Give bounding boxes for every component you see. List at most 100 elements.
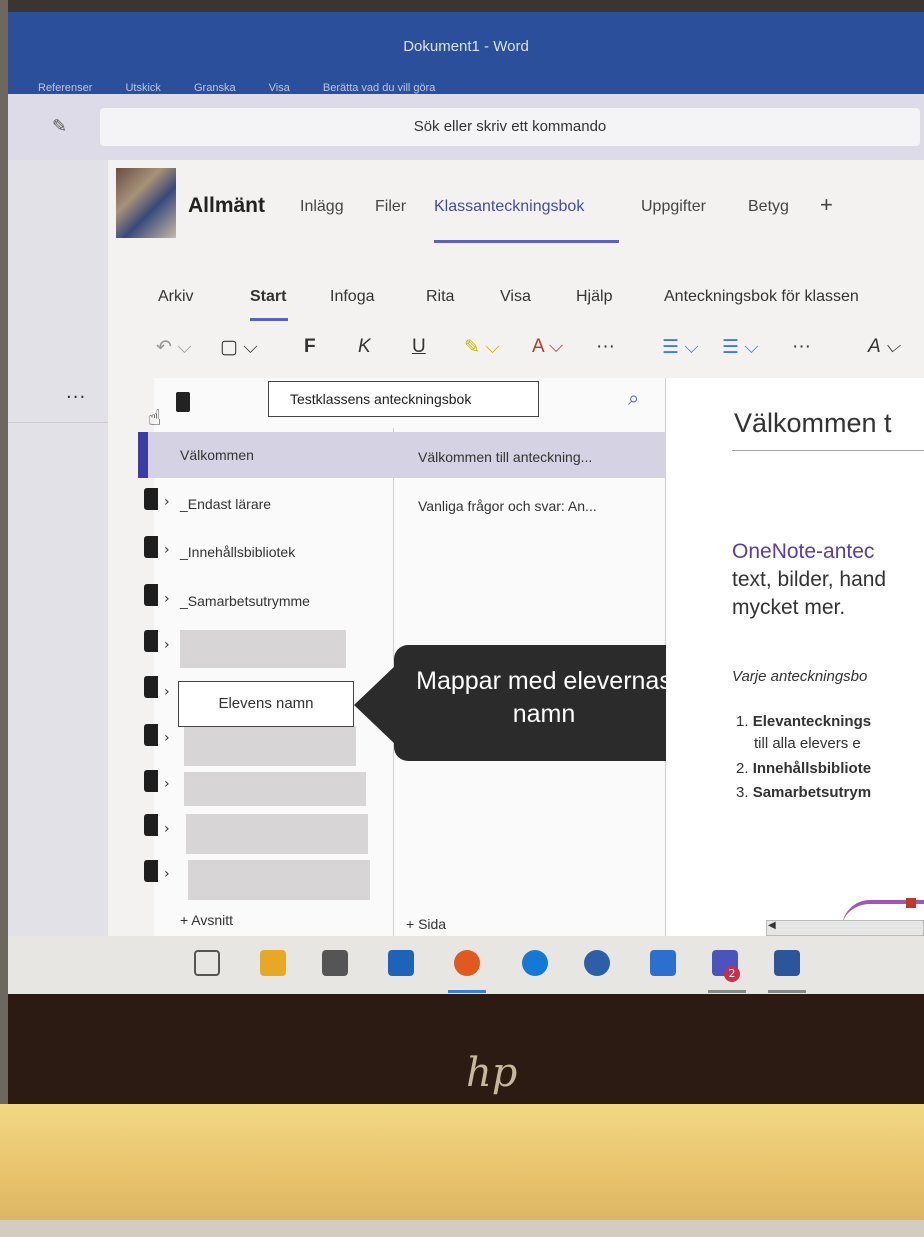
- word-tab-references[interactable]: Referenser: [38, 82, 92, 94]
- chevron-right-icon[interactable]: ›: [164, 637, 170, 653]
- section-tab-ring: [144, 770, 158, 792]
- notebook-title-label: Testklassens anteckningsbok: [268, 381, 539, 417]
- scroll-left-arrow-icon[interactable]: ◀: [768, 920, 776, 931]
- redacted-student-section[interactable]: [180, 630, 346, 668]
- undo-icon[interactable]: ↶ ⌵: [156, 336, 192, 359]
- word-title-bar: Dokument1 - Word Referenser Utskick Gran…: [8, 12, 924, 94]
- title-underline: [732, 450, 924, 451]
- word-tab-review[interactable]: Granska: [194, 82, 236, 94]
- page-label: Välkommen till anteckning...: [418, 449, 593, 465]
- section-item-innehallsbibliotek[interactable]: _Innehållsbibliotek: [180, 544, 295, 560]
- store-icon[interactable]: [322, 950, 348, 976]
- calculator-icon[interactable]: [584, 950, 610, 976]
- laptop-base: [0, 1104, 924, 1237]
- laptop-bezel-top: [0, 0, 924, 12]
- page-title: Välkommen t: [734, 408, 892, 438]
- team-avatar[interactable]: [116, 168, 176, 238]
- redacted-student-section[interactable]: [188, 860, 370, 900]
- list-number: 2.: [736, 760, 749, 777]
- add-section-button[interactable]: + Avsnitt: [180, 912, 233, 928]
- menu-infoga[interactable]: Infoga: [330, 288, 374, 306]
- italic-button[interactable]: K: [358, 336, 371, 358]
- tab-klassanteckningsbok[interactable]: Klassanteckningsbok: [434, 198, 584, 216]
- menu-start[interactable]: Start: [250, 288, 286, 306]
- tab-betyg[interactable]: Betyg: [748, 198, 789, 216]
- chevron-right-icon[interactable]: ›: [164, 821, 170, 837]
- list-item: 2. Innehållsbibliote: [736, 760, 871, 777]
- menu-anteckningsbok-for-klassen[interactable]: Anteckningsbok för klassen: [664, 288, 859, 306]
- running-app-indicator: [708, 990, 746, 993]
- word-tell-me[interactable]: Berätta vad du vill göra: [323, 82, 436, 94]
- section-tab-ring: [144, 860, 158, 882]
- command-search-input[interactable]: Sök eller skriv ett kommando: [100, 108, 920, 146]
- search-icon[interactable]: ⌕: [628, 386, 639, 410]
- callout-arrow: [354, 665, 396, 745]
- hand-cursor-icon: ☝: [148, 406, 162, 431]
- firefox-icon[interactable]: [454, 950, 480, 976]
- redacted-student-section[interactable]: [186, 814, 368, 854]
- chevron-right-icon[interactable]: ›: [164, 684, 170, 700]
- running-app-indicator: [448, 990, 486, 993]
- menu-rita[interactable]: Rita: [426, 288, 454, 306]
- notebook-icon[interactable]: [176, 392, 190, 412]
- list-bold-text: Samarbetsutrym: [752, 784, 872, 801]
- running-app-indicator: [768, 990, 806, 993]
- tab-uppgifter[interactable]: Uppgifter: [641, 198, 706, 216]
- chevron-right-icon[interactable]: ›: [164, 730, 170, 746]
- window-title: Dokument1 - Word: [403, 38, 529, 55]
- lead-line-2: text, bilder, hand: [732, 568, 887, 591]
- rail-divider: [8, 422, 108, 423]
- more-paragraph-icon[interactable]: ···: [792, 336, 811, 358]
- styles-icon[interactable]: A ⌵: [868, 336, 900, 358]
- lead-line-3: mycket mer.: [732, 596, 846, 619]
- menu-visa[interactable]: Visa: [500, 288, 531, 306]
- word-tab-mailings[interactable]: Utskick: [125, 82, 160, 94]
- bold-button[interactable]: F: [304, 336, 316, 358]
- teams-notification-badge: 2: [724, 966, 740, 982]
- add-page-button[interactable]: + Sida: [406, 916, 446, 932]
- page-item-faq[interactable]: Vanliga frågor och svar: An...: [418, 498, 597, 514]
- chevron-right-icon[interactable]: ›: [164, 866, 170, 882]
- file-explorer-icon[interactable]: [260, 950, 286, 976]
- numbering-icon[interactable]: ☰ ⌵: [722, 336, 759, 359]
- menu-hjalp[interactable]: Hjälp: [576, 288, 612, 306]
- content-lead-paragraph: OneNote-antec text, bilder, hand mycket …: [732, 538, 886, 622]
- tab-inlagg[interactable]: Inlägg: [300, 198, 344, 216]
- edge-icon[interactable]: [522, 950, 548, 976]
- chevron-right-icon[interactable]: ›: [164, 591, 170, 607]
- redacted-student-section[interactable]: [184, 726, 356, 766]
- section-tab-ring: [144, 630, 158, 652]
- clipboard-icon[interactable]: ▢ ⌵: [220, 336, 258, 359]
- page-content-pane[interactable]: Välkommen t OneNote-antec text, bilder, …: [666, 378, 924, 936]
- section-label: Välkommen: [180, 447, 254, 463]
- font-color-icon[interactable]: A ⌵: [532, 336, 563, 358]
- word-tab-view[interactable]: Visa: [269, 82, 290, 94]
- bullets-icon[interactable]: ☰ ⌵: [662, 336, 699, 359]
- student-name-label: Elevens namn: [178, 681, 354, 727]
- task-view-icon[interactable]: [194, 950, 220, 976]
- horizontal-scrollbar[interactable]: [766, 920, 924, 936]
- highlight-icon[interactable]: ✎ ⌵: [464, 336, 500, 359]
- add-tab-button[interactable]: +: [820, 192, 833, 218]
- list-number: 1.: [736, 713, 749, 730]
- more-formatting-icon[interactable]: ···: [596, 336, 615, 358]
- folder-icon[interactable]: [650, 950, 676, 976]
- teams-left-rail: ...: [8, 160, 108, 936]
- active-tab-indicator: [434, 240, 619, 243]
- lead-line-1: OneNote-antec: [732, 540, 875, 563]
- chevron-right-icon[interactable]: ›: [164, 494, 170, 510]
- mail-icon[interactable]: [388, 950, 414, 976]
- compose-icon[interactable]: ✎: [52, 116, 72, 137]
- tab-filer[interactable]: Filer: [375, 198, 406, 216]
- chevron-right-icon[interactable]: ›: [164, 542, 170, 558]
- decorative-graphic-accent: [906, 898, 916, 908]
- section-item-endast-larare[interactable]: _Endast lärare: [180, 496, 271, 512]
- redacted-student-section[interactable]: [184, 772, 366, 806]
- underline-button[interactable]: U: [412, 336, 426, 358]
- word-icon[interactable]: [774, 950, 800, 976]
- section-item-samarbetsutrymme[interactable]: _Samarbetsutrymme: [180, 593, 310, 609]
- chevron-right-icon[interactable]: ›: [164, 776, 170, 792]
- more-options-icon[interactable]: ...: [66, 382, 86, 403]
- menu-arkiv[interactable]: Arkiv: [158, 288, 194, 306]
- laptop-bezel-left: [0, 0, 8, 1237]
